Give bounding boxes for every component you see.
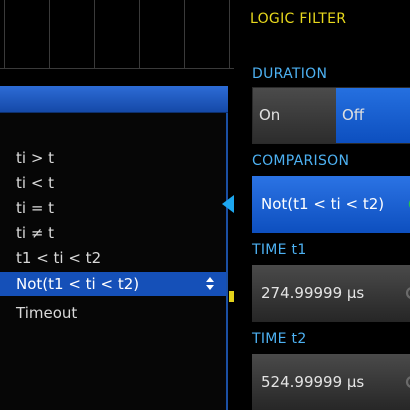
time-t1-value: 274.99999 µs (261, 284, 365, 302)
option-ti-equal-t[interactable]: ti = t (16, 196, 54, 220)
dropdown-header (0, 86, 228, 113)
trigger-marker (229, 291, 234, 302)
option-timeout[interactable]: Timeout (16, 301, 77, 325)
option-ti-less-t[interactable]: ti < t (16, 171, 54, 195)
time-t1-field[interactable]: 274.99999 µs (252, 265, 410, 322)
option-ti-not-equal-t[interactable]: ti ≠ t (16, 221, 54, 245)
time-t2-label: TIME t2 (252, 331, 307, 347)
grid-line (139, 0, 140, 68)
cycle-icon (408, 200, 410, 208)
panel-title: LOGIC FILTER (250, 11, 347, 27)
time-t2-value: 524.99999 µs (261, 373, 365, 391)
grid-line (49, 0, 50, 68)
grid-line (4, 0, 5, 68)
logic-filter-panel: LOGIC FILTER DURATION On Off COMPARISON … (238, 0, 410, 410)
grid-line (0, 68, 234, 69)
cycle-icon (405, 376, 410, 388)
time-t1-label: TIME t1 (252, 242, 307, 258)
comparison-field[interactable]: Not(t1 < ti < t2) (252, 176, 410, 233)
up-down-arrows-icon (206, 276, 214, 292)
grid-line (184, 0, 185, 68)
waveform-area[interactable]: ti > t ti < t ti = t ti ≠ t t1 < ti < t2… (0, 0, 234, 410)
option-t1-less-ti-less-t2[interactable]: t1 < ti < t2 (16, 246, 101, 270)
option-ti-greater-t[interactable]: ti > t (16, 146, 54, 170)
duration-label: DURATION (252, 66, 328, 82)
pointer-arrow-icon (222, 195, 234, 213)
cycle-icon (405, 287, 410, 299)
duration-toggle[interactable]: On Off (252, 87, 410, 144)
comparison-value: Not(t1 < ti < t2) (261, 195, 385, 213)
option-not-range-selected[interactable]: Not(t1 < ti < t2) (0, 272, 226, 296)
comparison-dropdown[interactable]: ti > t ti < t ti = t ti ≠ t t1 < ti < t2… (0, 86, 228, 410)
grid-line (94, 0, 95, 68)
dropdown-list: ti > t ti < t ti = t ti ≠ t t1 < ti < t2… (0, 113, 226, 410)
time-t2-field[interactable]: 524.99999 µs (252, 354, 410, 410)
duration-off-option[interactable]: Off (336, 88, 410, 143)
grid-line (229, 0, 230, 68)
comparison-label: COMPARISON (252, 153, 350, 169)
duration-on-option[interactable]: On (253, 88, 336, 143)
option-label: Not(t1 < ti < t2) (16, 275, 140, 293)
